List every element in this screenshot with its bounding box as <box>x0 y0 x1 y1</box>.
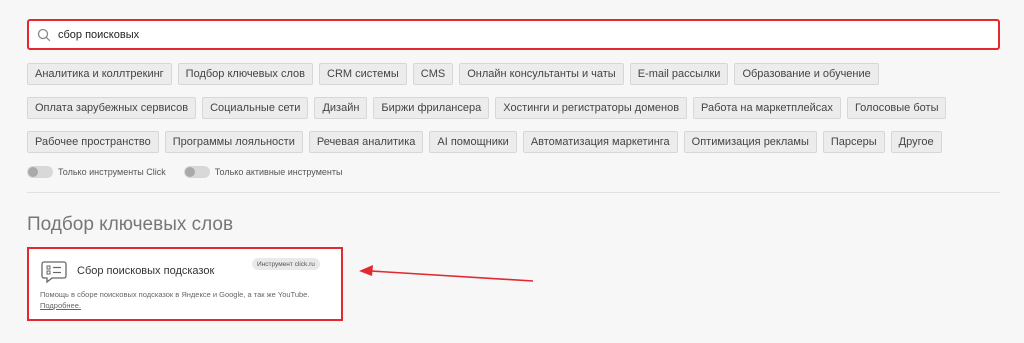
category-tag[interactable]: CRM системы <box>319 63 407 85</box>
toggle-knob <box>28 167 38 177</box>
category-tag[interactable]: E-mail рассылки <box>629 63 729 85</box>
category-tag[interactable]: Автоматизация маркетинга <box>522 131 678 153</box>
category-tag[interactable]: Оплата зарубежных сервисов <box>27 97 197 119</box>
card-title[interactable]: Сбор поисковых подсказок <box>77 265 214 277</box>
chat-list-icon <box>41 260 67 284</box>
search-box[interactable] <box>27 19 1000 50</box>
tool-card[interactable]: Сбор поисковых подсказок Инструмент clic… <box>27 247 343 321</box>
search-input[interactable] <box>58 24 938 45</box>
toggle-active-tools: Только активные инструменты <box>183 166 343 178</box>
category-tag[interactable]: Другое <box>890 131 942 153</box>
category-tag[interactable]: Социальные сети <box>202 97 309 119</box>
category-tag[interactable]: CMS <box>412 63 454 85</box>
toggle-switch[interactable] <box>183 166 210 178</box>
category-tag[interactable]: Работа на маркетплейсах <box>693 97 841 119</box>
toggle-switch[interactable] <box>27 166 53 178</box>
category-tag[interactable]: Речевая аналитика <box>308 131 424 153</box>
category-tag[interactable]: Биржи фрилансера <box>373 97 490 119</box>
filter-toggles: Только инструменты Click Только активные… <box>27 166 360 178</box>
category-tag[interactable]: Парсеры <box>822 131 885 153</box>
category-row-3: Рабочее пространство Программы лояльност… <box>27 131 942 153</box>
search-icon <box>37 28 51 42</box>
more-link[interactable]: Подробнее. <box>40 301 81 310</box>
category-tag[interactable]: Оптимизация рекламы <box>683 131 817 153</box>
category-tag[interactable]: Рабочее пространство <box>27 131 159 153</box>
tool-badge: Инструмент click.ru <box>252 258 320 270</box>
category-tag[interactable]: AI помощники <box>429 131 517 153</box>
toggle-label: Только активные инструменты <box>214 167 343 177</box>
toggle-label: Только инструменты Click <box>58 167 166 177</box>
section-title: Подбор ключевых слов <box>27 214 234 235</box>
category-tag[interactable]: Образование и обучение <box>734 63 879 85</box>
category-tag[interactable]: Подбор ключевых слов <box>177 63 313 85</box>
annotation-arrow <box>359 265 534 282</box>
card-description-text: Помощь в сборе поисковых подсказок в Янд… <box>40 290 310 299</box>
category-tag[interactable]: Программы лояльности <box>164 131 303 153</box>
category-tag[interactable]: Аналитика и коллтрекинг <box>27 63 172 85</box>
category-row-2: Оплата зарубежных сервисов Социальные се… <box>27 97 947 119</box>
divider <box>27 192 1000 193</box>
category-tag[interactable]: Голосовые боты <box>846 97 947 119</box>
toggle-knob <box>184 167 195 177</box>
category-row-1: Аналитика и коллтрекинг Подбор ключевых … <box>27 63 879 85</box>
category-tag[interactable]: Хостинги и регистраторы доменов <box>495 97 688 119</box>
card-description: Помощь в сборе поисковых подсказок в Янд… <box>40 289 340 311</box>
category-tag[interactable]: Дизайн <box>314 97 368 119</box>
category-tag[interactable]: Онлайн консультанты и чаты <box>459 63 624 85</box>
toggle-click-tools: Только инструменты Click <box>27 166 166 178</box>
